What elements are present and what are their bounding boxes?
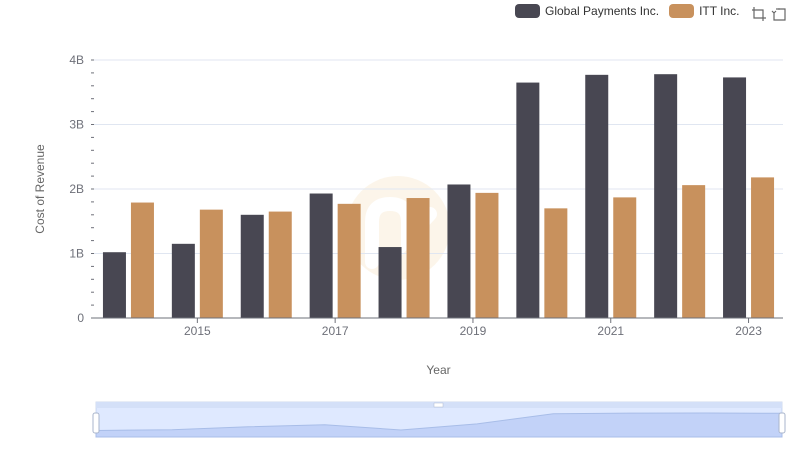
bar-itt-2021[interactable] <box>613 197 637 318</box>
y-axis-title: Cost of Revenue <box>33 144 47 234</box>
legend-item-global-payments[interactable]: Global Payments Inc. <box>515 4 659 18</box>
bar-global-payments-2016[interactable] <box>240 214 264 318</box>
datazoom-left-handle[interactable] <box>92 412 100 434</box>
legend-swatch-global-payments <box>515 4 540 18</box>
bar-itt-2022[interactable] <box>682 185 706 318</box>
chart: 0 1B 2B 3B 4B 2015 2017 2019 2021 2023 Cost of R… <box>33 53 786 438</box>
y-axis-tick-labels: 0 1B 2B 3B 4B <box>69 53 84 325</box>
bar-global-payments-2015[interactable] <box>171 243 195 318</box>
legend-label-itt: ITT Inc. <box>699 4 740 18</box>
toolbox <box>747 6 787 22</box>
datazoom-right-handle[interactable] <box>778 412 786 434</box>
restore-icon[interactable] <box>771 6 787 22</box>
x-axis-tick-labels: 2015 2017 2019 2021 2023 <box>184 318 762 338</box>
bar-global-payments-2017[interactable] <box>309 193 333 318</box>
bar-itt-2019[interactable] <box>475 192 499 318</box>
x-tick-label: 2021 <box>597 324 624 338</box>
legend: Global Payments Inc. ITT Inc. <box>515 4 750 18</box>
bar-global-payments-2014[interactable] <box>102 252 126 318</box>
y-tick-label: 4B <box>69 53 84 67</box>
bar-global-payments-2022[interactable] <box>654 74 678 318</box>
zoom-icon[interactable] <box>751 6 767 22</box>
bar-itt-2017[interactable] <box>337 203 361 318</box>
legend-label-global-payments: Global Payments Inc. <box>545 4 660 18</box>
legend-item-itt[interactable]: ITT Inc. <box>669 4 740 18</box>
bar-global-payments-2018[interactable] <box>378 247 402 318</box>
datazoom-slider[interactable] <box>92 401 786 438</box>
bar-itt-2014[interactable] <box>130 202 154 318</box>
bar-itt-2020[interactable] <box>544 208 568 318</box>
bar-itt-2018[interactable] <box>406 198 430 318</box>
x-tick-label: 2017 <box>322 324 349 338</box>
y-tick-label: 1B <box>69 247 84 261</box>
y-tick-label: 2B <box>69 182 84 196</box>
datazoom-move-handle[interactable] <box>433 402 444 408</box>
x-axis-title: Year <box>426 363 450 377</box>
bar-itt-2015[interactable] <box>199 209 223 318</box>
x-tick-label: 2019 <box>460 324 487 338</box>
bar-global-payments-2023[interactable] <box>723 77 747 318</box>
legend-swatch-itt <box>669 4 695 18</box>
x-tick-label: 2015 <box>184 324 211 338</box>
bar-itt-2016[interactable] <box>268 211 292 318</box>
bar-itt-2023[interactable] <box>751 177 775 318</box>
y-tick-label: 0 <box>77 311 84 325</box>
y-axis-minor-ticks <box>91 59 94 319</box>
y-tick-label: 3B <box>69 118 84 132</box>
bar-global-payments-2021[interactable] <box>585 74 609 319</box>
x-tick-label: 2023 <box>735 324 762 338</box>
bar-global-payments-2020[interactable] <box>516 82 540 318</box>
bar-global-payments-2019[interactable] <box>447 184 471 318</box>
